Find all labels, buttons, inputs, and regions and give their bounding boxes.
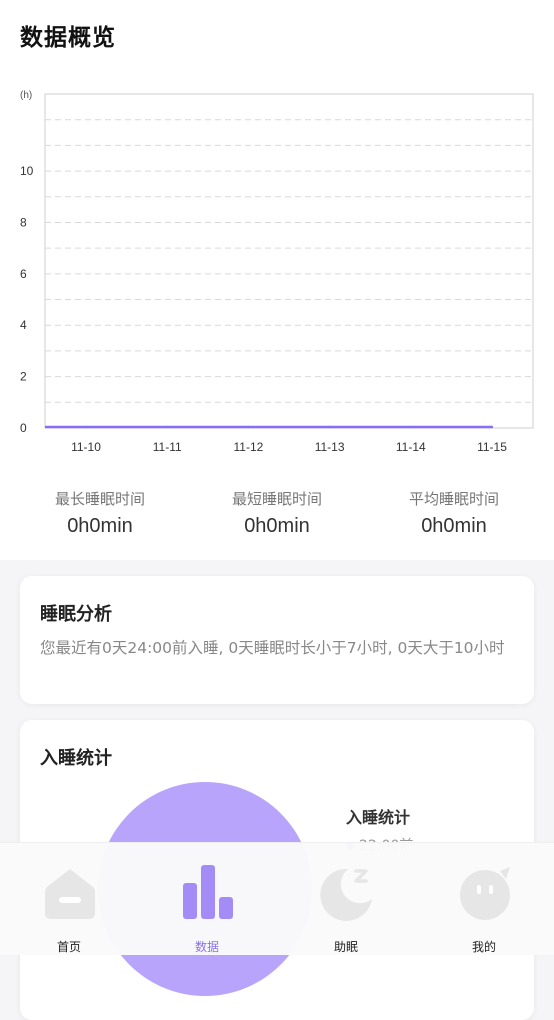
shortest-sleep-label: 最短睡眠时间 bbox=[231, 490, 322, 508]
tab-home[interactable]: 首页 bbox=[0, 843, 138, 955]
y-tick-label: 10 bbox=[20, 164, 34, 178]
shortest-sleep-stat: 最短睡眠时间 0h0min bbox=[187, 488, 367, 538]
bar-chart-icon bbox=[183, 865, 233, 919]
x-tick-label: 11-14 bbox=[396, 440, 426, 454]
data-point bbox=[328, 425, 331, 429]
tab-home-label: 首页 bbox=[56, 940, 81, 954]
longest-sleep-stat: 最长睡眠时间 0h0min bbox=[10, 488, 190, 538]
pie-legend-title: 入睡统计 bbox=[346, 808, 411, 827]
average-sleep-stat: 平均睡眠时间 0h0min bbox=[364, 488, 544, 538]
moon-icon bbox=[320, 868, 372, 921]
y-tick-label: 4 bbox=[20, 318, 27, 332]
data-point bbox=[409, 425, 412, 429]
shortest-sleep-value: 0h0min bbox=[244, 515, 310, 537]
y-axis-unit-label: (h) bbox=[20, 90, 32, 101]
tab-sleep-aid[interactable]: 助眠 bbox=[277, 843, 415, 955]
tab-data-label: 数据 bbox=[194, 940, 219, 954]
average-sleep-label: 平均睡眠时间 bbox=[408, 490, 499, 508]
sleep-analysis-text: 您最近有0天24:00前入睡, 0天睡眠时长小于7小时, 0天大于10小时 bbox=[40, 639, 505, 657]
sleep-onset-stats-title: 入睡统计 bbox=[40, 748, 112, 769]
longest-sleep-label: 最长睡眠时间 bbox=[54, 490, 145, 508]
page-title: 数据概览 bbox=[20, 25, 116, 51]
sleep-analysis-title: 睡眠分析 bbox=[40, 604, 112, 625]
x-tick-label: 11-15 bbox=[477, 440, 507, 454]
x-tick-label: 11-11 bbox=[153, 440, 182, 454]
sleep-duration-chart: (h) 0 2 4 6 8 10 11-10 11-11 11-12 11-13 11-14 11-… bbox=[20, 90, 534, 454]
tab-sleep-aid-label: 助眠 bbox=[333, 940, 358, 954]
sleep-stats-row: 最长睡眠时间 0h0min 最短睡眠时间 0h0min 平均睡眠时间 0h0mi… bbox=[0, 488, 554, 548]
data-point bbox=[166, 425, 169, 429]
tab-profile-label: 我的 bbox=[471, 940, 496, 954]
x-tick-label: 11-12 bbox=[233, 440, 263, 454]
home-icon bbox=[45, 869, 95, 919]
tab-data[interactable]: 数据 bbox=[138, 843, 276, 955]
y-tick-label: 0 bbox=[20, 421, 27, 435]
average-sleep-value: 0h0min bbox=[421, 515, 487, 537]
data-point bbox=[247, 425, 250, 429]
sleep-analysis-card: 睡眠分析 您最近有0天24:00前入睡, 0天睡眠时长小于7小时, 0天大于10… bbox=[20, 576, 534, 704]
tab-profile[interactable]: 我的 bbox=[415, 843, 553, 955]
bottom-tab-bar: 首页 数据 助眠 我的 bbox=[0, 842, 554, 955]
x-tick-label: 11-10 bbox=[71, 440, 101, 454]
longest-sleep-value: 0h0min bbox=[67, 515, 133, 537]
y-tick-label: 2 bbox=[20, 370, 27, 384]
data-point bbox=[84, 425, 88, 429]
profile-face-icon bbox=[460, 867, 510, 920]
data-point bbox=[490, 425, 494, 429]
y-tick-label: 8 bbox=[20, 215, 27, 229]
x-tick-label: 11-13 bbox=[315, 440, 345, 454]
y-tick-label: 6 bbox=[20, 267, 27, 281]
plot-area-border bbox=[44, 93, 534, 429]
